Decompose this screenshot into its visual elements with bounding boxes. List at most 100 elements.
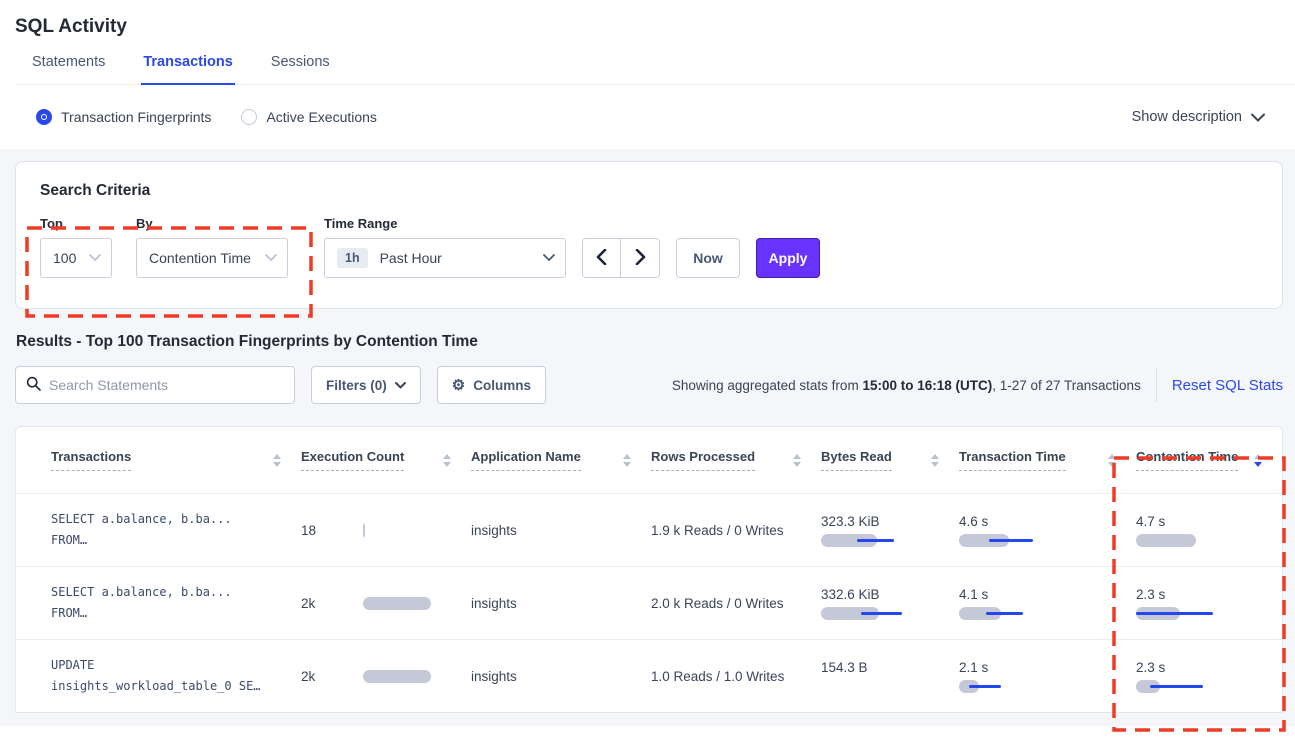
tab-bar: Statements Transactions Sessions <box>15 54 1295 85</box>
column-header-rows-processed[interactable]: Rows Processed <box>651 427 821 493</box>
top-select-value: 100 <box>53 250 89 266</box>
by-select[interactable]: Contention Time <box>136 238 288 278</box>
execution-count-cell: 18 <box>301 494 471 566</box>
tab-transactions[interactable]: Transactions <box>141 54 234 85</box>
transaction-fingerprint-link[interactable]: UPDATE insights_workload_table_0 SE… <box>16 640 301 712</box>
execution-count-bar <box>363 597 459 610</box>
chevron-down-icon <box>1251 113 1265 122</box>
contention-time-cell: 2.3 s <box>1136 640 1282 712</box>
radio-transaction-fingerprints[interactable]: Transaction Fingerprints <box>36 109 211 125</box>
execution-count-cell: 2k <box>301 567 471 639</box>
columns-button[interactable]: ⚙ Columns <box>437 366 546 404</box>
vertical-divider <box>1156 368 1157 402</box>
search-statements-input[interactable] <box>49 377 284 393</box>
search-icon <box>26 376 41 394</box>
by-label: By <box>136 216 288 231</box>
aggregated-stats-text: Showing aggregated stats from 15:00 to 1… <box>672 378 1141 393</box>
show-description-toggle[interactable]: Show description <box>1132 109 1265 125</box>
rows-processed-cell: 1.0 Reads / 1.0 Writes <box>651 640 821 712</box>
application-name-cell: insights <box>471 494 651 566</box>
bytes-read-bar <box>821 680 933 693</box>
transactions-table: Transactions Execution Count Application… <box>15 426 1283 713</box>
radio-unselected-icon <box>241 109 257 125</box>
time-pager <box>582 238 660 278</box>
page-body: Search Criteria Top 100 By Contention Ti… <box>0 149 1295 726</box>
prev-time-button[interactable] <box>583 239 621 277</box>
chevron-down-icon <box>89 254 101 262</box>
column-header-execution-count[interactable]: Execution Count <box>301 427 471 493</box>
table-header-row: Transactions Execution Count Application… <box>16 427 1282 493</box>
next-time-button[interactable] <box>621 239 659 277</box>
stats-cluster: Showing aggregated stats from 15:00 to 1… <box>672 368 1283 402</box>
sort-icon[interactable] <box>623 454 631 467</box>
bytes-read-cell: 154.3 B <box>821 640 959 712</box>
time-range-control: Time Range 1h Past Hour <box>324 216 566 278</box>
tab-statements[interactable]: Statements <box>30 54 107 84</box>
execution-count-bar <box>363 670 459 683</box>
filters-button[interactable]: Filters (0) <box>311 366 421 404</box>
sort-icon[interactable] <box>931 454 939 467</box>
column-header-contention-time[interactable]: Contention Time <box>1136 427 1282 493</box>
radio-label: Active Executions <box>266 109 377 125</box>
table-row: UPDATE insights_workload_table_0 SE… 2k … <box>16 639 1282 712</box>
search-criteria-controls: Top 100 By Contention Time Tim <box>40 216 1258 278</box>
contention-time-bar <box>1136 607 1248 620</box>
transaction-time-cell: 4.1 s <box>959 567 1136 639</box>
sort-icon[interactable] <box>443 454 451 467</box>
app-header: SQL Activity Statements Transactions Ses… <box>0 0 1295 85</box>
filters-button-label: Filters (0) <box>326 378 387 393</box>
execution-count-bar <box>363 524 459 537</box>
rows-processed-cell: 2.0 k Reads / 0 Writes <box>651 567 821 639</box>
view-mode-band: Transaction Fingerprints Active Executio… <box>0 85 1295 149</box>
gear-icon: ⚙ <box>452 378 465 393</box>
top-select[interactable]: 100 <box>40 238 112 278</box>
chevron-down-icon <box>543 254 555 262</box>
radio-active-executions[interactable]: Active Executions <box>241 109 377 125</box>
contention-time-cell: 2.3 s <box>1136 567 1282 639</box>
now-button[interactable]: Now <box>676 238 740 278</box>
transaction-time-bar <box>959 534 1071 547</box>
show-description-label: Show description <box>1132 109 1242 125</box>
contention-time-cell: 4.7 s <box>1136 494 1282 566</box>
column-header-bytes-read[interactable]: Bytes Read <box>821 427 959 493</box>
time-range-badge: 1h <box>337 248 368 268</box>
chevron-down-icon <box>265 254 277 262</box>
radio-selected-icon <box>36 109 52 125</box>
page-title: SQL Activity <box>15 16 1295 38</box>
chevron-left-icon <box>596 249 607 268</box>
table-row: SELECT a.balance, b.ba... FROM… 2k insig… <box>16 566 1282 639</box>
time-range-select[interactable]: 1h Past Hour <box>324 238 566 278</box>
column-header-transaction-time[interactable]: Transaction Time <box>959 427 1136 493</box>
transaction-fingerprint-link[interactable]: SELECT a.balance, b.ba... FROM… <box>16 494 301 566</box>
search-criteria-heading: Search Criteria <box>40 182 1258 200</box>
columns-button-label: Columns <box>473 378 531 393</box>
search-criteria-panel: Search Criteria Top 100 By Contention Ti… <box>15 161 1283 309</box>
transaction-fingerprint-link[interactable]: SELECT a.balance, b.ba... FROM… <box>16 567 301 639</box>
results-toolbar: Filters (0) ⚙ Columns Showing aggregated… <box>15 366 1283 404</box>
bytes-read-cell: 323.3 KiB <box>821 494 959 566</box>
chevron-right-icon <box>635 249 646 268</box>
table-row: SELECT a.balance, b.ba... FROM… 18 insig… <box>16 493 1282 566</box>
sort-icon[interactable] <box>793 454 801 467</box>
sort-icon-descending[interactable] <box>1254 454 1262 467</box>
transaction-time-cell: 4.6 s <box>959 494 1136 566</box>
time-range-label: Time Range <box>324 216 566 231</box>
bytes-read-cell: 332.6 KiB <box>821 567 959 639</box>
contention-time-bar <box>1136 534 1248 547</box>
transaction-time-cell: 2.1 s <box>959 640 1136 712</box>
column-header-application-name[interactable]: Application Name <box>471 427 651 493</box>
column-header-transactions[interactable]: Transactions <box>16 427 301 493</box>
reset-sql-stats-link[interactable]: Reset SQL Stats <box>1172 377 1283 394</box>
sort-icon[interactable] <box>273 454 281 467</box>
sort-icon[interactable] <box>1108 454 1116 467</box>
bytes-read-bar <box>821 607 933 620</box>
top-label: Top <box>40 216 112 231</box>
view-mode-radio-group: Transaction Fingerprints Active Executio… <box>36 109 377 125</box>
by-control: By Contention Time <box>136 216 288 278</box>
time-range-value: Past Hour <box>380 250 543 266</box>
transaction-time-bar <box>959 680 1071 693</box>
tab-sessions[interactable]: Sessions <box>269 54 332 84</box>
radio-label: Transaction Fingerprints <box>61 109 211 125</box>
contention-time-bar <box>1136 680 1248 693</box>
apply-button[interactable]: Apply <box>756 238 820 278</box>
